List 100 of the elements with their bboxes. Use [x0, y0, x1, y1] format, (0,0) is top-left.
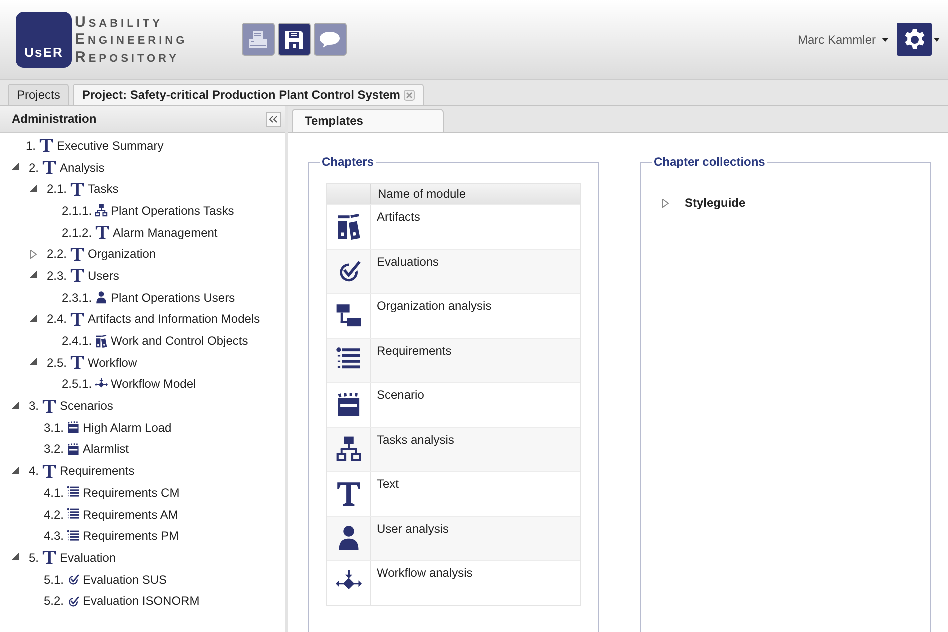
tree-item[interactable]: Artifacts and Information Models	[88, 312, 260, 326]
hierarchy-icon	[336, 436, 362, 462]
binders-icon	[336, 214, 362, 240]
tree-item[interactable]: Organization	[88, 247, 156, 262]
tree-item[interactable]: Evaluation SUS	[83, 572, 168, 587]
collapse-toggle[interactable]	[30, 271, 39, 280]
binders-icon	[95, 334, 108, 348]
tree-item[interactable]: High Alarm Load	[83, 420, 172, 435]
tree-item[interactable]: Alarmlist	[83, 442, 130, 456]
serif-t-icon	[70, 182, 86, 197]
printer-icon	[247, 28, 270, 50]
item-number: 2.5.1.	[62, 377, 92, 392]
close-icon[interactable]	[404, 90, 416, 100]
tree-item[interactable]: Requirements AM	[83, 508, 178, 522]
item-number: 2.5.	[47, 356, 68, 370]
item-number: 4.	[29, 464, 40, 478]
collapse-toggle[interactable]	[30, 358, 39, 368]
serif-t-icon	[70, 246, 86, 262]
tree-item[interactable]: Users	[88, 268, 120, 283]
tree-item[interactable]: Work and Control Objects	[111, 334, 248, 348]
collapse-toggle[interactable]	[30, 314, 39, 324]
tree-item[interactable]: Alarm Management	[113, 226, 218, 240]
collapse-panel-button[interactable]	[266, 112, 281, 126]
item-number: 2.	[29, 160, 40, 175]
item-number: 2.1.1.	[62, 204, 92, 218]
tree-item[interactable]: Evaluation ISONORM	[83, 594, 200, 608]
logo-text: Engineering	[75, 31, 188, 48]
tree-item[interactable]: Analysis	[60, 160, 105, 175]
clapperboard-icon	[67, 421, 80, 434]
collapse-toggle[interactable]	[12, 402, 21, 411]
item-number: 4.3.	[44, 529, 64, 544]
clapperboard-icon	[67, 442, 80, 456]
column-header: Name of module	[377, 186, 468, 203]
section-title: Chapter collections	[653, 155, 766, 169]
serif-t-icon	[70, 312, 86, 327]
logo-mark: UsER	[16, 12, 72, 68]
tree-item[interactable]: Evaluation	[60, 550, 116, 565]
serif-t-icon	[95, 225, 110, 240]
tree-item[interactable]: Plant Operations Users	[111, 290, 236, 305]
tree-item[interactable]: Scenarios	[60, 399, 114, 414]
user-menu[interactable]: Marc Kammler	[798, 32, 889, 46]
clapperboard-icon	[336, 392, 362, 418]
item-number: 2.1.2.	[62, 226, 92, 240]
content-tab[interactable]: Templates	[292, 109, 444, 132]
tree-item[interactable]: Requirements	[60, 464, 135, 478]
serif-t-icon	[70, 355, 86, 370]
project-tab[interactable]: Projects	[8, 84, 70, 105]
item-number: 2.3.1.	[62, 290, 92, 305]
collection-item[interactable]: Styleguide	[685, 196, 746, 210]
item-number: 4.2.	[44, 508, 64, 522]
serif-t-icon	[42, 550, 58, 566]
item-number: 2.3.	[47, 268, 68, 283]
save-button[interactable]	[278, 23, 311, 56]
tree-item[interactable]: Workflow Model	[111, 377, 196, 392]
item-number: 5.1.	[44, 572, 64, 587]
expand-toggle[interactable]	[662, 198, 671, 208]
item-number: 2.2.	[47, 247, 68, 262]
serif-t-icon	[39, 138, 54, 154]
collapse-toggle[interactable]	[12, 466, 21, 476]
tree-item[interactable]: Tasks	[88, 182, 119, 196]
serif-t-icon	[42, 160, 58, 176]
list-icon	[67, 486, 80, 500]
item-number: 3.2.	[44, 442, 64, 456]
tree-item[interactable]: Requirements CM	[83, 486, 180, 500]
org-chart-icon	[336, 302, 362, 329]
list-icon	[67, 530, 80, 543]
project-tab[interactable]: Project: Safety-critical Production Plant Control System	[73, 84, 424, 105]
tree-item[interactable]: Executive Summary	[57, 138, 164, 153]
item-number: 1.	[26, 138, 36, 153]
settings-button[interactable]	[897, 23, 940, 56]
item-number: 5.2.	[44, 594, 64, 608]
module-name[interactable]: Scenario	[371, 383, 580, 426]
serif-t-icon	[42, 398, 58, 414]
tree-item[interactable]: Plant Operations Tasks	[111, 204, 234, 218]
person-icon	[95, 291, 108, 304]
serif-t-icon	[70, 268, 86, 284]
tree-item[interactable]: Requirements PM	[83, 529, 180, 544]
logo-text: Repository	[75, 48, 180, 66]
item-number: 3.1.	[44, 420, 64, 435]
serif-t-icon	[336, 480, 362, 507]
item-number: 5.	[29, 550, 40, 565]
collapse-toggle[interactable]	[12, 553, 21, 562]
serif-t-icon	[42, 464, 58, 479]
double-chevron-icon	[269, 116, 278, 122]
module-name[interactable]: Organization analysis	[371, 294, 580, 338]
collapse-toggle[interactable]	[12, 163, 21, 172]
hierarchy-icon	[95, 204, 108, 218]
module-name[interactable]: Artifacts	[371, 205, 580, 248]
expand-toggle[interactable]	[30, 250, 39, 259]
module-name[interactable]: Text	[371, 472, 580, 516]
panel-title: Administration	[12, 112, 97, 126]
item-number: 3.	[29, 399, 40, 414]
caret-icon	[882, 38, 889, 42]
module-name[interactable]: Workflow analysis	[371, 561, 580, 604]
item-number: 2.1.	[47, 182, 68, 196]
collapse-toggle[interactable]	[30, 184, 39, 194]
settings-icon	[902, 28, 926, 52]
tree-item[interactable]: Workflow	[88, 356, 138, 370]
logo-text: Usability	[75, 14, 164, 30]
item-number: 4.1.	[44, 486, 64, 500]
